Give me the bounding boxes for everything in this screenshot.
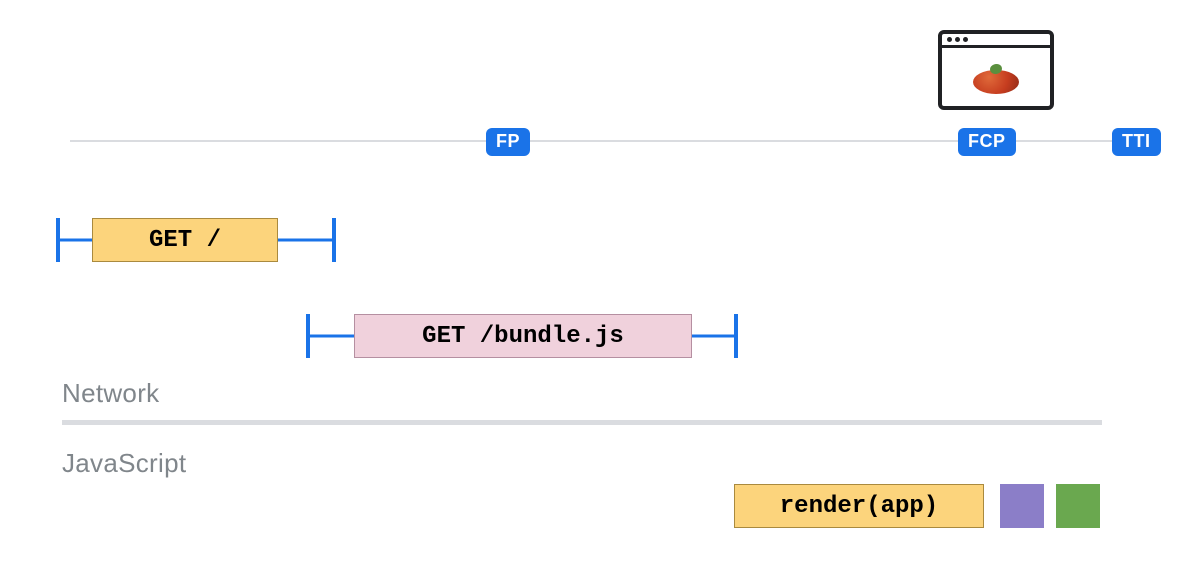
network-request-root: GET / — [56, 218, 336, 262]
section-label-javascript: JavaScript — [62, 448, 186, 479]
request-label-bundle: GET /bundle.js — [422, 323, 624, 350]
browser-content — [942, 51, 1050, 106]
request-label-root: GET / — [149, 227, 221, 254]
browser-window-icon — [938, 30, 1054, 110]
network-divider — [62, 420, 1102, 425]
tomato-image — [973, 64, 1019, 94]
window-dot-icon — [955, 37, 960, 42]
window-dot-icon — [963, 37, 968, 42]
js-render-block: render(app) — [734, 484, 984, 528]
milestone-fp: FP — [486, 128, 530, 156]
browser-chrome — [942, 34, 1050, 48]
milestone-tti: TTI — [1112, 128, 1161, 156]
network-request-bundle: GET /bundle.js — [306, 314, 738, 358]
section-label-network: Network — [62, 378, 159, 409]
window-dot-icon — [947, 37, 952, 42]
js-render-label: render(app) — [780, 493, 938, 520]
js-green-block — [1056, 484, 1100, 528]
milestone-fcp: FCP — [958, 128, 1016, 156]
js-purple-block — [1000, 484, 1044, 528]
